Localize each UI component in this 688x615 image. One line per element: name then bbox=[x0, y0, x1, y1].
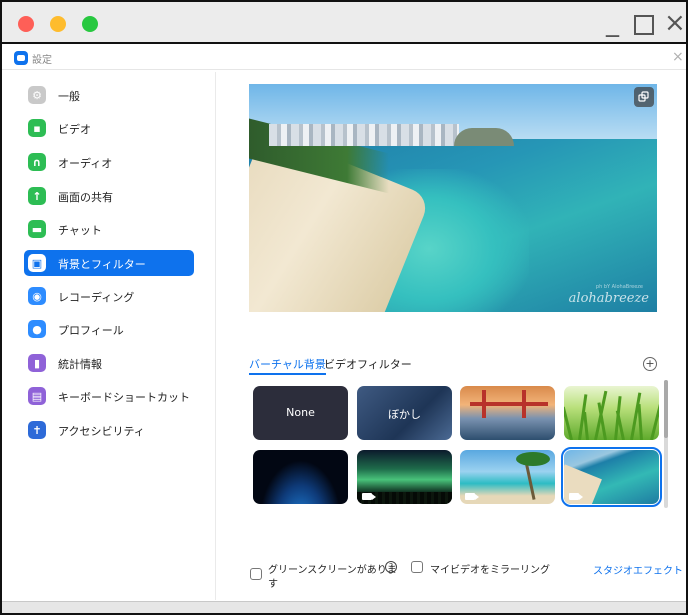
background-aurora[interactable] bbox=[357, 450, 452, 504]
sidebar-item-label: アクセシビリティ bbox=[58, 425, 145, 438]
studio-effects-link[interactable]: スタジオエフェクト bbox=[593, 562, 683, 577]
settings-sidebar: ⚙ 一般 ▪ ビデオ ∩ オーディオ ↑ 画面の共有 ▬ チャット ▣ 背景とフィルター ◉ レコーディン… bbox=[2, 72, 216, 600]
sidebar-item-8[interactable]: ▮ 統計情報 bbox=[24, 350, 194, 376]
sidebar-item-label: チャット bbox=[58, 224, 102, 237]
mirror-video-label: マイビデオをミラーリング bbox=[430, 565, 550, 576]
background-none[interactable]: None bbox=[253, 386, 348, 440]
preview-watermark-small: ph bY AlohaBreeze bbox=[595, 284, 643, 290]
close-icon[interactable]: × bbox=[664, 8, 686, 38]
sidebar-item-label: 背景とフィルター bbox=[58, 258, 146, 271]
video-camera-icon: ▪ bbox=[28, 119, 46, 137]
background-golden-gate[interactable] bbox=[460, 386, 555, 440]
green-screen-label-wrap: す bbox=[268, 579, 278, 590]
add-background-button[interactable]: + bbox=[643, 357, 657, 371]
backgrounds-scrollbar[interactable] bbox=[664, 380, 668, 508]
sidebar-item-label: キーボードショートカット bbox=[58, 391, 190, 404]
sidebar-item-label: プロフィール bbox=[58, 324, 124, 337]
accessibility-icon: ✝ bbox=[28, 421, 46, 439]
sidebar-item-0[interactable]: ⚙ 一般 bbox=[24, 82, 194, 108]
video-background-icon bbox=[362, 493, 376, 500]
headphones-icon: ∩ bbox=[28, 153, 46, 171]
settings-title: 設定 bbox=[32, 55, 52, 66]
sidebar-item-3[interactable]: ↑ 画面の共有 bbox=[24, 183, 194, 209]
grass-blade bbox=[564, 406, 573, 440]
zoom-app-icon bbox=[14, 51, 28, 65]
background-earth[interactable] bbox=[253, 450, 348, 504]
background-blur-label: ぼかし bbox=[388, 408, 421, 421]
green-screen-checkbox[interactable] bbox=[250, 568, 262, 580]
keyboard-icon: ▤ bbox=[28, 387, 46, 405]
background-palm-beach[interactable] bbox=[460, 450, 555, 504]
palm-leaves bbox=[516, 452, 550, 466]
chat-bubble-icon: ▬ bbox=[28, 220, 46, 238]
scrollbar-thumb[interactable] bbox=[664, 380, 668, 438]
background-none-label: None bbox=[286, 406, 315, 419]
copy-icon bbox=[638, 91, 649, 102]
settings-header: 設定 × bbox=[2, 46, 686, 70]
background-preview: ph bY AlohaBreeze alohabreeze bbox=[249, 84, 657, 312]
record-icon: ◉ bbox=[28, 287, 46, 305]
background-aloha-beach[interactable] bbox=[561, 447, 662, 507]
sidebar-item-9[interactable]: ▤ キーボードショートカット bbox=[24, 383, 194, 409]
minimize-icon[interactable]: _ bbox=[606, 8, 619, 38]
gear-icon: ⚙ bbox=[28, 86, 46, 104]
background-blur[interactable]: ぼかし bbox=[357, 386, 452, 440]
grass-blade bbox=[637, 403, 643, 440]
help-icon[interactable]: ? bbox=[385, 561, 397, 573]
screen-share-icon: ↑ bbox=[28, 187, 46, 205]
sidebar-item-label: オーディオ bbox=[58, 157, 113, 170]
preview-headland bbox=[454, 128, 514, 146]
sidebar-item-label: レコーディング bbox=[58, 291, 135, 304]
expand-preview-button[interactable] bbox=[634, 87, 654, 107]
green-screen-label: グリーンスクリーンがありま bbox=[268, 565, 397, 576]
mirror-video-checkbox[interactable] bbox=[411, 561, 423, 573]
sidebar-item-7[interactable]: ● プロフィール bbox=[24, 316, 194, 342]
background-grass[interactable] bbox=[564, 386, 659, 440]
close-window-button[interactable] bbox=[18, 16, 34, 32]
profile-icon: ● bbox=[28, 320, 46, 338]
video-background-icon bbox=[465, 493, 479, 500]
statistics-icon: ▮ bbox=[28, 354, 46, 372]
preview-city bbox=[269, 124, 459, 146]
minimize-window-button[interactable] bbox=[50, 16, 66, 32]
sidebar-item-label: 画面の共有 bbox=[58, 191, 113, 204]
tab-virtual-background[interactable]: バーチャル背景 bbox=[249, 356, 326, 375]
grass-blade bbox=[583, 411, 589, 440]
sidebar-item-2[interactable]: ∩ オーディオ bbox=[24, 149, 194, 175]
zoom-window-button[interactable] bbox=[82, 16, 98, 32]
sidebar-item-5[interactable]: ▣ 背景とフィルター bbox=[24, 250, 194, 276]
bridge-deck bbox=[470, 402, 548, 406]
maximize-icon[interactable] bbox=[634, 15, 654, 35]
sidebar-item-label: 一般 bbox=[58, 90, 80, 103]
settings-close-icon[interactable]: × bbox=[672, 49, 684, 65]
background-person-icon: ▣ bbox=[28, 254, 46, 272]
tab-video-filter[interactable]: ビデオフィルター bbox=[324, 356, 412, 372]
sidebar-item-4[interactable]: ▬ チャット bbox=[24, 216, 194, 242]
preview-watermark: alohabreeze bbox=[568, 291, 649, 306]
sidebar-item-6[interactable]: ◉ レコーディング bbox=[24, 283, 194, 309]
sidebar-item-1[interactable]: ▪ ビデオ bbox=[24, 115, 194, 141]
grass-blade bbox=[650, 400, 659, 440]
title-bar: _ × bbox=[2, 2, 686, 44]
sidebar-item-label: ビデオ bbox=[58, 123, 91, 136]
sidebar-item-10[interactable]: ✝ アクセシビリティ bbox=[24, 417, 194, 443]
sidebar-item-label: 統計情報 bbox=[58, 358, 102, 371]
window-bottom-bar bbox=[2, 601, 686, 613]
video-background-icon bbox=[569, 493, 583, 500]
